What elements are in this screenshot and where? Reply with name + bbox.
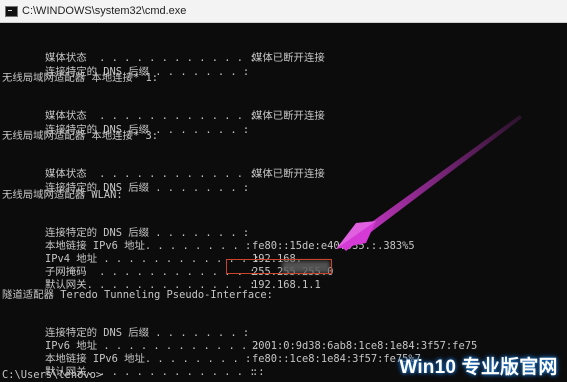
- window-title: C:\WINDOWS\system32\cmd.exe: [22, 5, 187, 17]
- window-titlebar[interactable]: C:\WINDOWS\system32\cmd.exe: [0, 0, 567, 23]
- watermark-text: Win10 专业版官网: [399, 356, 558, 378]
- watermark-logo: Win10 专业版官网: [390, 348, 567, 382]
- pink-arrow-icon: [336, 115, 522, 251]
- cmd-app-icon: [5, 5, 18, 17]
- console-output[interactable]: 媒体状态 . . . . . . . . . . . . : 媒体已断开连接 连接…: [0, 23, 567, 382]
